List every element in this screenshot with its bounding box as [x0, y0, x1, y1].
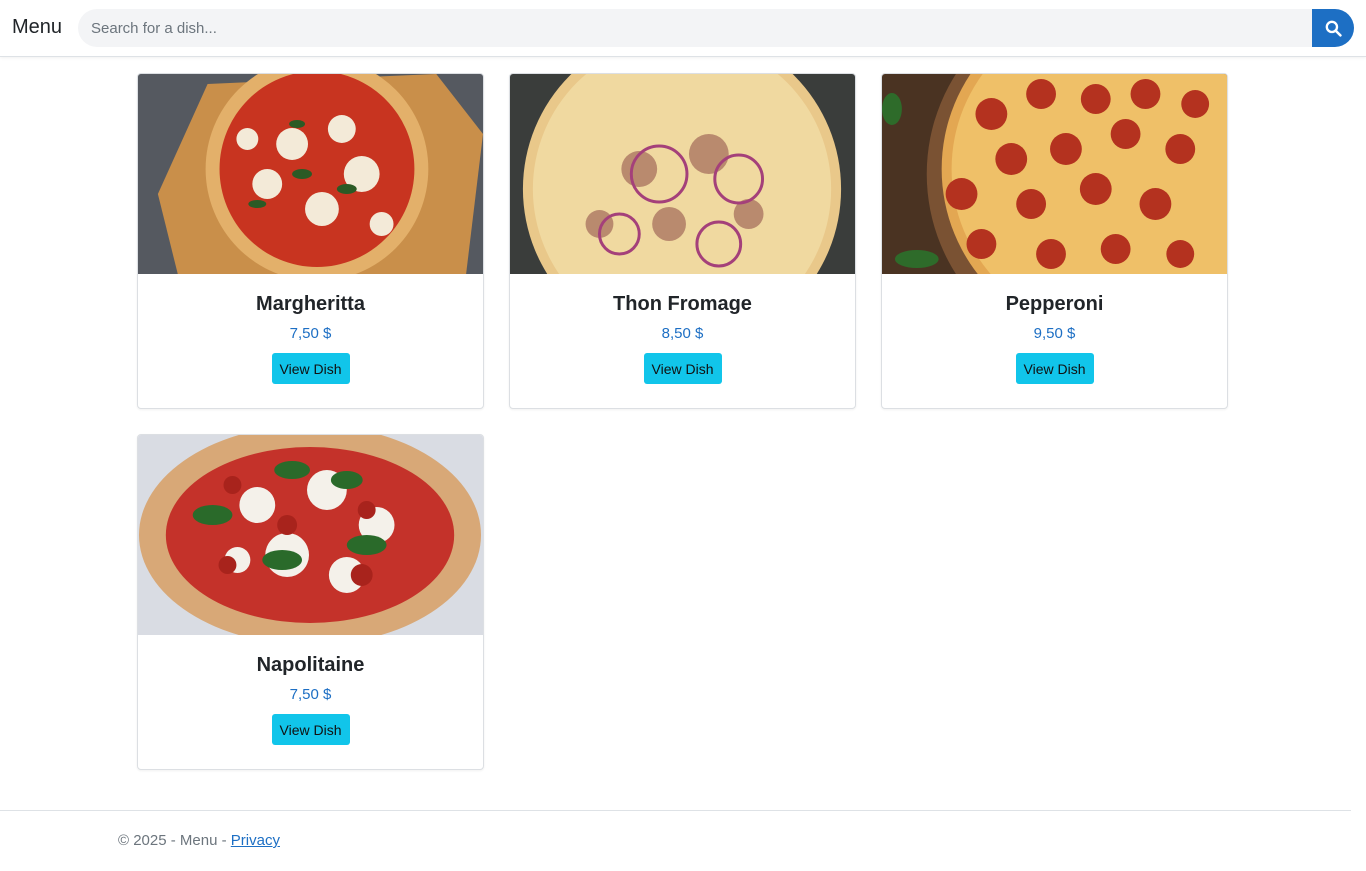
- dish-image: [138, 74, 483, 274]
- view-dish-button[interactable]: View Dish: [1015, 353, 1094, 384]
- dish-card: Napolitaine 7,50 $ View Dish: [137, 434, 484, 770]
- footer-divider: [0, 810, 1351, 811]
- footer-text: © 2025 - Menu -: [118, 832, 231, 849]
- dish-name: Thon Fromage: [613, 293, 752, 315]
- dish-name: Pepperoni: [1005, 293, 1104, 315]
- dish-price: 8,50 $: [661, 325, 704, 342]
- dish-price: 9,50 $: [1033, 325, 1076, 342]
- search-icon: [1325, 20, 1342, 37]
- privacy-link[interactable]: Privacy: [231, 832, 280, 849]
- search-form: [78, 9, 1354, 47]
- dish-card: Margheritta 7,50 $ View Dish: [137, 73, 484, 409]
- dish-card: Thon Fromage 8,50 $ View Dish: [509, 73, 856, 409]
- dish-image: [510, 74, 855, 274]
- search-input[interactable]: [78, 9, 1312, 47]
- dish-price: 7,50 $: [289, 686, 332, 703]
- dish-name: Margheritta: [256, 293, 365, 315]
- view-dish-button[interactable]: View Dish: [643, 353, 722, 384]
- footer: © 2025 - Menu - Privacy: [118, 832, 280, 849]
- dish-image: [882, 74, 1227, 274]
- view-dish-button[interactable]: View Dish: [271, 714, 350, 745]
- brand-link[interactable]: Menu: [12, 16, 62, 39]
- dish-price: 7,50 $: [289, 325, 332, 342]
- dish-image: [138, 435, 483, 635]
- navbar: Menu: [0, 0, 1366, 57]
- search-button[interactable]: [1312, 9, 1354, 47]
- view-dish-button[interactable]: View Dish: [271, 353, 350, 384]
- dish-card: Pepperoni 9,50 $ View Dish: [881, 73, 1228, 409]
- dish-name: Napolitaine: [256, 654, 365, 676]
